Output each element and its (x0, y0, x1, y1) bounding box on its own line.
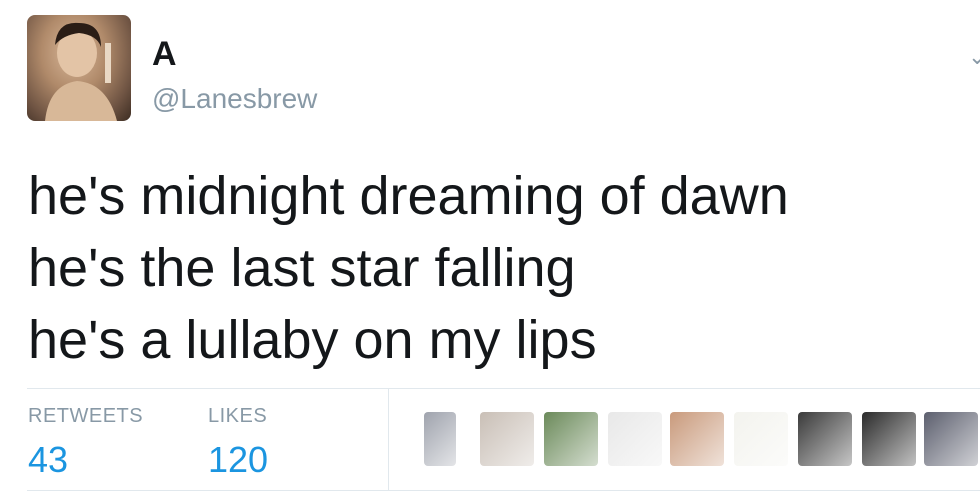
retweets-label: RETWEETS (28, 405, 144, 427)
retweets-stat[interactable]: RETWEETS 43 (28, 404, 143, 482)
divider (388, 389, 389, 490)
liker-avatar[interactable] (608, 412, 662, 466)
liker-avatar[interactable] (798, 412, 852, 466)
avatar[interactable] (27, 15, 131, 121)
liker-avatar[interactable] (424, 412, 456, 466)
likes-count: 120 (208, 439, 269, 480)
tweet-text: he's midnight dreaming of dawn he's the l… (28, 160, 789, 376)
tweet-card: A @Lanesbrew ⌄ he's midnight dreaming of… (0, 0, 980, 499)
liker-avatar[interactable] (924, 412, 978, 466)
display-name[interactable]: A (152, 34, 177, 74)
divider (27, 388, 980, 389)
tweet-line: he's the last star falling (28, 238, 576, 298)
likes-label: LIKES (208, 405, 268, 427)
retweets-count: 43 (28, 439, 69, 480)
likes-stat[interactable]: LIKES 120 (208, 404, 268, 482)
tweet-line: he's midnight dreaming of dawn (28, 166, 789, 226)
liker-avatar[interactable] (862, 412, 916, 466)
divider (27, 490, 980, 491)
liker-avatar[interactable] (544, 412, 598, 466)
liker-avatar[interactable] (480, 412, 534, 466)
user-handle[interactable]: @Lanesbrew (152, 82, 317, 116)
liker-avatar[interactable] (734, 412, 788, 466)
avatar-portrait-icon (45, 22, 117, 121)
tweet-line: he's a lullaby on my lips (28, 310, 597, 370)
liker-avatar[interactable] (670, 412, 724, 466)
chevron-down-icon[interactable]: ⌄ (968, 44, 980, 70)
